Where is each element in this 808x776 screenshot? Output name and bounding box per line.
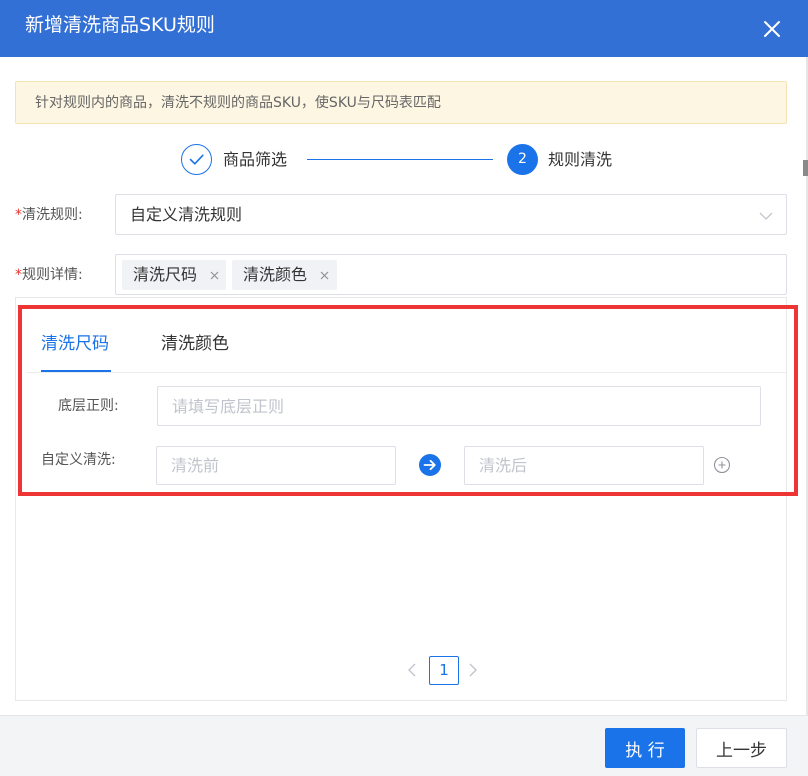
rule-detail-select[interactable]: 清洗尺码 清洗颜色 <box>115 254 787 295</box>
notice-banner: 针对规则内的商品，清洗不规则的商品SKU，使SKU与尺码表匹配 <box>15 81 787 124</box>
close-icon[interactable] <box>760 17 784 41</box>
chevron-down-icon <box>759 212 773 220</box>
highlight-box <box>18 305 798 496</box>
rule-select-value: 自定义清洗规则 <box>130 205 243 224</box>
tag-clean-size: 清洗尺码 <box>122 260 226 290</box>
page-number[interactable]: 1 <box>429 656 459 685</box>
tag-label: 清洗颜色 <box>243 265 308 284</box>
step-connector <box>307 159 493 160</box>
step-1-indicator <box>181 144 212 175</box>
rule-select[interactable]: 自定义清洗规则 <box>115 194 787 235</box>
tag-clean-color: 清洗颜色 <box>232 260 337 290</box>
dialog-header: 新增清洗商品SKU规则 <box>0 0 808 57</box>
dialog-footer <box>0 715 808 776</box>
chevron-right-icon[interactable] <box>466 662 480 678</box>
required-mark: * <box>15 207 22 223</box>
step-2-indicator: 2 <box>507 144 538 175</box>
step-1-label: 商品筛选 <box>223 150 288 169</box>
chevron-left-icon[interactable] <box>405 662 419 678</box>
close-icon[interactable] <box>319 270 330 281</box>
detail-label: *规则详情: <box>15 266 83 284</box>
execute-button[interactable]: 执 行 <box>605 728 685 768</box>
rule-label-text: 清洗规则: <box>22 207 83 223</box>
detail-label-text: 规则详情: <box>22 267 83 283</box>
rule-label: *清洗规则: <box>15 206 83 224</box>
dialog-title: 新增清洗商品SKU规则 <box>25 14 215 36</box>
required-mark: * <box>15 267 22 283</box>
notice-text: 针对规则内的商品，清洗不规则的商品SKU，使SKU与尺码表匹配 <box>35 95 441 111</box>
close-icon[interactable] <box>209 270 220 281</box>
scrollbar-thumb[interactable] <box>803 160 808 176</box>
previous-step-button[interactable]: 上一步 <box>696 728 787 768</box>
check-icon <box>189 154 204 165</box>
tag-label: 清洗尺码 <box>133 265 198 284</box>
step-2-label: 规则清洗 <box>548 150 613 169</box>
